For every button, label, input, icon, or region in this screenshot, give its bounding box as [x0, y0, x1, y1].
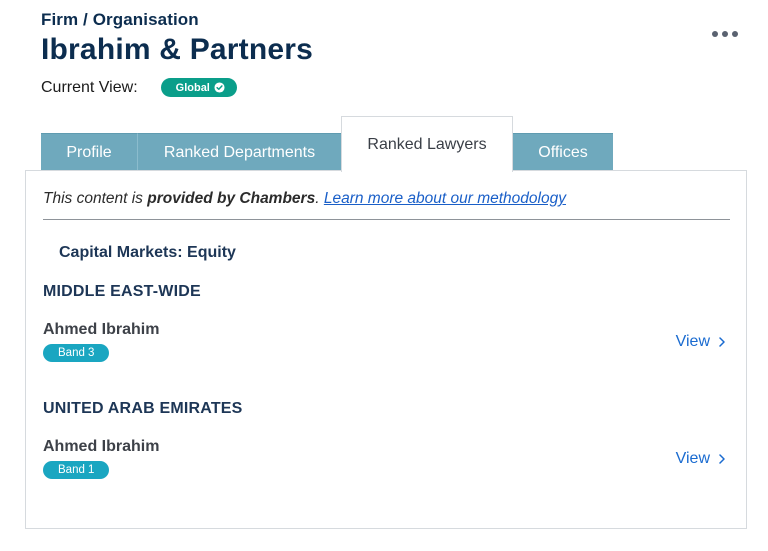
lawyer-name: Ahmed Ibrahim	[43, 321, 160, 338]
tab-profile[interactable]: Profile	[41, 133, 137, 172]
tab-ranked-lawyers[interactable]: Ranked Lawyers	[341, 116, 513, 172]
provided-separator: .	[315, 190, 324, 207]
global-view-badge[interactable]: Global	[160, 78, 237, 97]
more-horizontal-icon	[722, 31, 728, 37]
region-heading: UNITED ARAB EMIRATES	[43, 400, 243, 417]
band-badge: Band 1	[43, 461, 110, 479]
view-lawyer-link[interactable]: View	[676, 333, 726, 351]
current-view-row: Current View: Global	[41, 78, 313, 97]
more-options-button[interactable]	[712, 27, 738, 41]
chevron-right-icon	[719, 337, 725, 347]
provided-prefix: This content is	[43, 190, 148, 207]
tab-ranked-departments[interactable]: Ranked Departments	[137, 133, 341, 172]
provided-by-chambers: provided by Chambers	[147, 190, 316, 207]
check-circle-icon	[214, 82, 225, 93]
view-link-label: View	[675, 333, 710, 350]
page-header: Firm / Organisation Ibrahim & Partners C…	[41, 10, 313, 97]
practice-area-title: Capital Markets: Equity	[59, 244, 236, 261]
page-eyebrow: Firm / Organisation	[41, 10, 199, 29]
view-lawyer-link[interactable]: View	[676, 450, 726, 468]
more-horizontal-icon	[732, 31, 738, 37]
region-heading: MIDDLE EAST-WIDE	[43, 283, 201, 300]
methodology-link[interactable]: Learn more about our methodology	[324, 190, 566, 207]
tab-bar: Profile Ranked Departments Ranked Lawyer…	[41, 116, 741, 172]
tab-offices[interactable]: Offices	[513, 133, 613, 172]
global-badge-label: Global	[175, 81, 210, 94]
lawyer-entry: Ahmed Ibrahim Band 1	[43, 438, 159, 479]
ranked-lawyers-panel: This content is provided by Chambers. Le…	[25, 170, 747, 529]
lawyer-name: Ahmed Ibrahim	[43, 438, 160, 455]
content-divider	[43, 219, 730, 220]
provided-by-notice: This content is provided by Chambers. Le…	[43, 190, 566, 208]
more-horizontal-icon	[712, 31, 718, 37]
chevron-right-icon	[719, 454, 725, 464]
current-view-label: Current View:	[41, 78, 138, 96]
view-link-label: View	[675, 450, 710, 467]
lawyer-entry: Ahmed Ibrahim Band 3	[43, 321, 159, 362]
firm-name-title: Ibrahim & Partners	[41, 33, 314, 66]
band-badge: Band 3	[43, 344, 110, 362]
